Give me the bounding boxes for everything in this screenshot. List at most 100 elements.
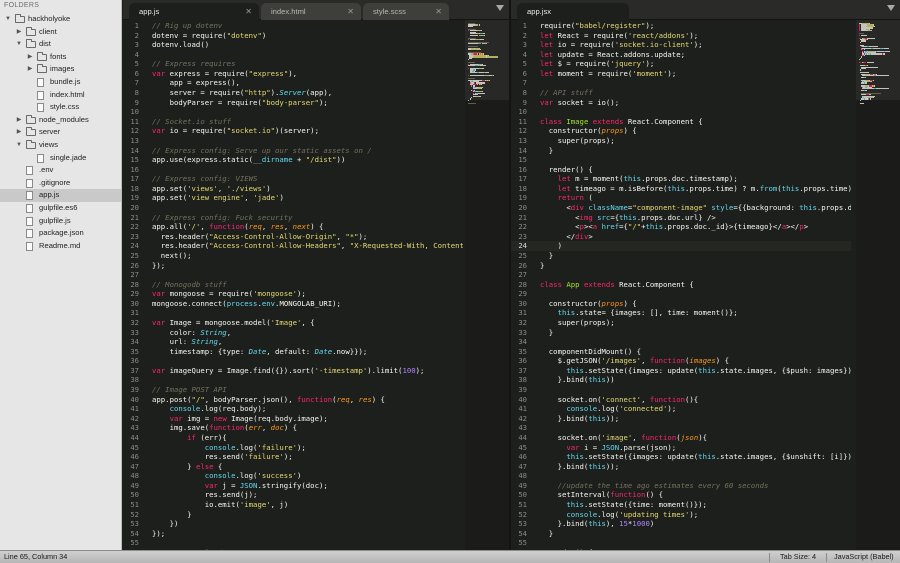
- line-number: 14: [130, 145, 139, 155]
- tree-file[interactable]: gulpfile.es6: [0, 202, 121, 215]
- code-token: "dotenv": [226, 30, 262, 40]
- tree-folder[interactable]: ▶ node_modules: [0, 114, 121, 127]
- tree-folder[interactable]: ▼ views: [0, 139, 121, 152]
- code-text: app.set('view engine', 'jade'): [152, 193, 284, 203]
- tree-file[interactable]: index.html: [0, 89, 121, 102]
- code-view[interactable]: 1 // Rig up dotenv 2 dotenv = require("dote…: [123, 20, 463, 550]
- disclosure-closed-icon[interactable]: ▶: [26, 63, 34, 76]
- code-line: 40 app.post("/", bodyParser.json(), funct…: [123, 395, 463, 405]
- tree-file[interactable]: package.json: [0, 227, 121, 240]
- line-number: 11: [518, 116, 527, 126]
- code-token: 'connected': [619, 404, 668, 414]
- tree-file[interactable]: gulpfile.js: [0, 215, 121, 228]
- tree-file[interactable]: style.css: [0, 101, 121, 114]
- tree-file[interactable]: app.js: [0, 189, 121, 202]
- tree-file[interactable]: .gitignore: [0, 177, 121, 190]
- code-view[interactable]: 1 require("babel/register"); 2 let React = …: [511, 20, 851, 550]
- code-token: "http": [244, 88, 271, 98]
- editor-tab[interactable]: index.html ✕: [261, 3, 361, 20]
- code-line: 12 var io = require("socket.io")(server);: [123, 126, 463, 136]
- disclosure-closed-icon[interactable]: ▶: [26, 51, 34, 64]
- line-number: 55: [130, 538, 139, 548]
- tree-file[interactable]: single.jade: [0, 152, 121, 165]
- tree-file[interactable]: .env: [0, 164, 121, 177]
- code-text: // Monogodb stuff: [152, 280, 227, 290]
- minimap[interactable]: [856, 20, 900, 550]
- code-text: app.post("/", bodyParser.json(), functio…: [152, 395, 385, 405]
- code-line: 36 $.getJSON('/images', function(images)…: [511, 356, 851, 366]
- line-number: 8: [522, 88, 527, 98]
- code-token: socket = io();: [553, 97, 620, 107]
- tree-folder[interactable]: ▶ images: [0, 63, 121, 76]
- code-token: 'jquery': [610, 59, 646, 69]
- code-token: var: [152, 365, 166, 375]
- code-text: let update = React.addons.update;: [540, 50, 685, 60]
- code-token: img =: [182, 413, 214, 423]
- code-text: }: [540, 529, 553, 539]
- code-token: <: [540, 203, 571, 213]
- minimap-stroke: [478, 24, 480, 26]
- code-token: 'moment': [632, 68, 668, 78]
- tree-file[interactable]: Readme.md: [0, 240, 121, 253]
- code-text: let $ = require('jquery');: [540, 59, 654, 69]
- close-icon[interactable]: ✕: [245, 3, 252, 20]
- code-token: 'views': [187, 183, 218, 193]
- minimap-stroke: [471, 96, 472, 99]
- line-number: 26: [130, 260, 139, 270]
- close-icon[interactable]: ✕: [435, 3, 442, 20]
- minimap-stroke: [859, 99, 861, 102]
- code-text: let moment = require('moment');: [540, 69, 676, 79]
- disclosure-closed-icon[interactable]: ▶: [15, 26, 23, 39]
- code-token: require(: [540, 21, 576, 30]
- line-number: 32: [518, 317, 527, 327]
- close-icon[interactable]: ✕: [347, 3, 354, 20]
- folder-icon: [26, 127, 36, 137]
- sidebar: FOLDERS ▼ hackholyoke ▶ client ▼ dist ▶ fonts ▶ i…: [0, 0, 122, 550]
- disclosure-open-icon[interactable]: ▼: [15, 139, 23, 152]
- minimap-stroke: [859, 69, 861, 71]
- code-line: 25 next();: [123, 251, 463, 261]
- code-text: dotenv.load(): [152, 40, 209, 50]
- minimap[interactable]: [465, 20, 509, 550]
- editor-tab[interactable]: app.jsx: [517, 3, 629, 20]
- code-line: 28 class App extends React.Component {: [511, 280, 851, 290]
- minimap-stroke: [873, 25, 875, 28]
- folder-icon: [26, 139, 36, 149]
- code-line: 31 this.state= {images: [], time: moment…: [511, 308, 851, 318]
- tree-folder[interactable]: ▶ server: [0, 126, 121, 139]
- code-token: .setState({images: update(: [583, 365, 699, 375]
- code-text: dotenv = require("dotenv"): [152, 31, 266, 41]
- tree-folder[interactable]: ▼ dist: [0, 38, 121, 51]
- editor-tab[interactable]: app.js ✕: [129, 3, 259, 20]
- code-token: });: [152, 260, 166, 270]
- tab-size-selector[interactable]: Tab Size: 4: [780, 551, 816, 563]
- editor-tab[interactable]: style.scss ✕: [363, 3, 449, 20]
- syntax-selector[interactable]: JavaScript (Babel): [834, 551, 894, 563]
- disclosure-open-icon[interactable]: ▼: [4, 13, 12, 26]
- code-token: () {: [645, 490, 664, 500]
- disclosure-closed-icon[interactable]: ▶: [15, 114, 23, 127]
- line-number: 40: [130, 394, 139, 404]
- tree-folder[interactable]: ▶ client: [0, 26, 121, 39]
- disclosure-open-icon[interactable]: ▼: [15, 38, 23, 51]
- disclosure-closed-icon[interactable]: ▶: [15, 126, 23, 139]
- code-line: 8 // API stuff: [511, 88, 851, 98]
- code-token: ): [279, 193, 284, 203]
- code-line: 15 app.use(express.static(__dirname + "/d…: [123, 155, 463, 165]
- tab-menu-icon[interactable]: [496, 5, 504, 11]
- tree-file[interactable]: bundle.js: [0, 76, 121, 89]
- code-text: });: [152, 529, 165, 539]
- code-text: super(props);: [540, 318, 615, 328]
- cursor-position: Line 65, Column 34: [4, 552, 68, 561]
- code-line: 25 }: [511, 251, 851, 261]
- code-line: 52 console.log('updating times');: [511, 510, 851, 520]
- code-line: 26}: [511, 261, 851, 271]
- tab-menu-icon[interactable]: [887, 5, 895, 11]
- line-number: 45: [130, 442, 139, 452]
- tree-folder[interactable]: ▶ fonts: [0, 51, 121, 64]
- code-line: 23 </div>: [511, 232, 851, 242]
- tree-folder[interactable]: ▼ hackholyoke: [0, 13, 121, 26]
